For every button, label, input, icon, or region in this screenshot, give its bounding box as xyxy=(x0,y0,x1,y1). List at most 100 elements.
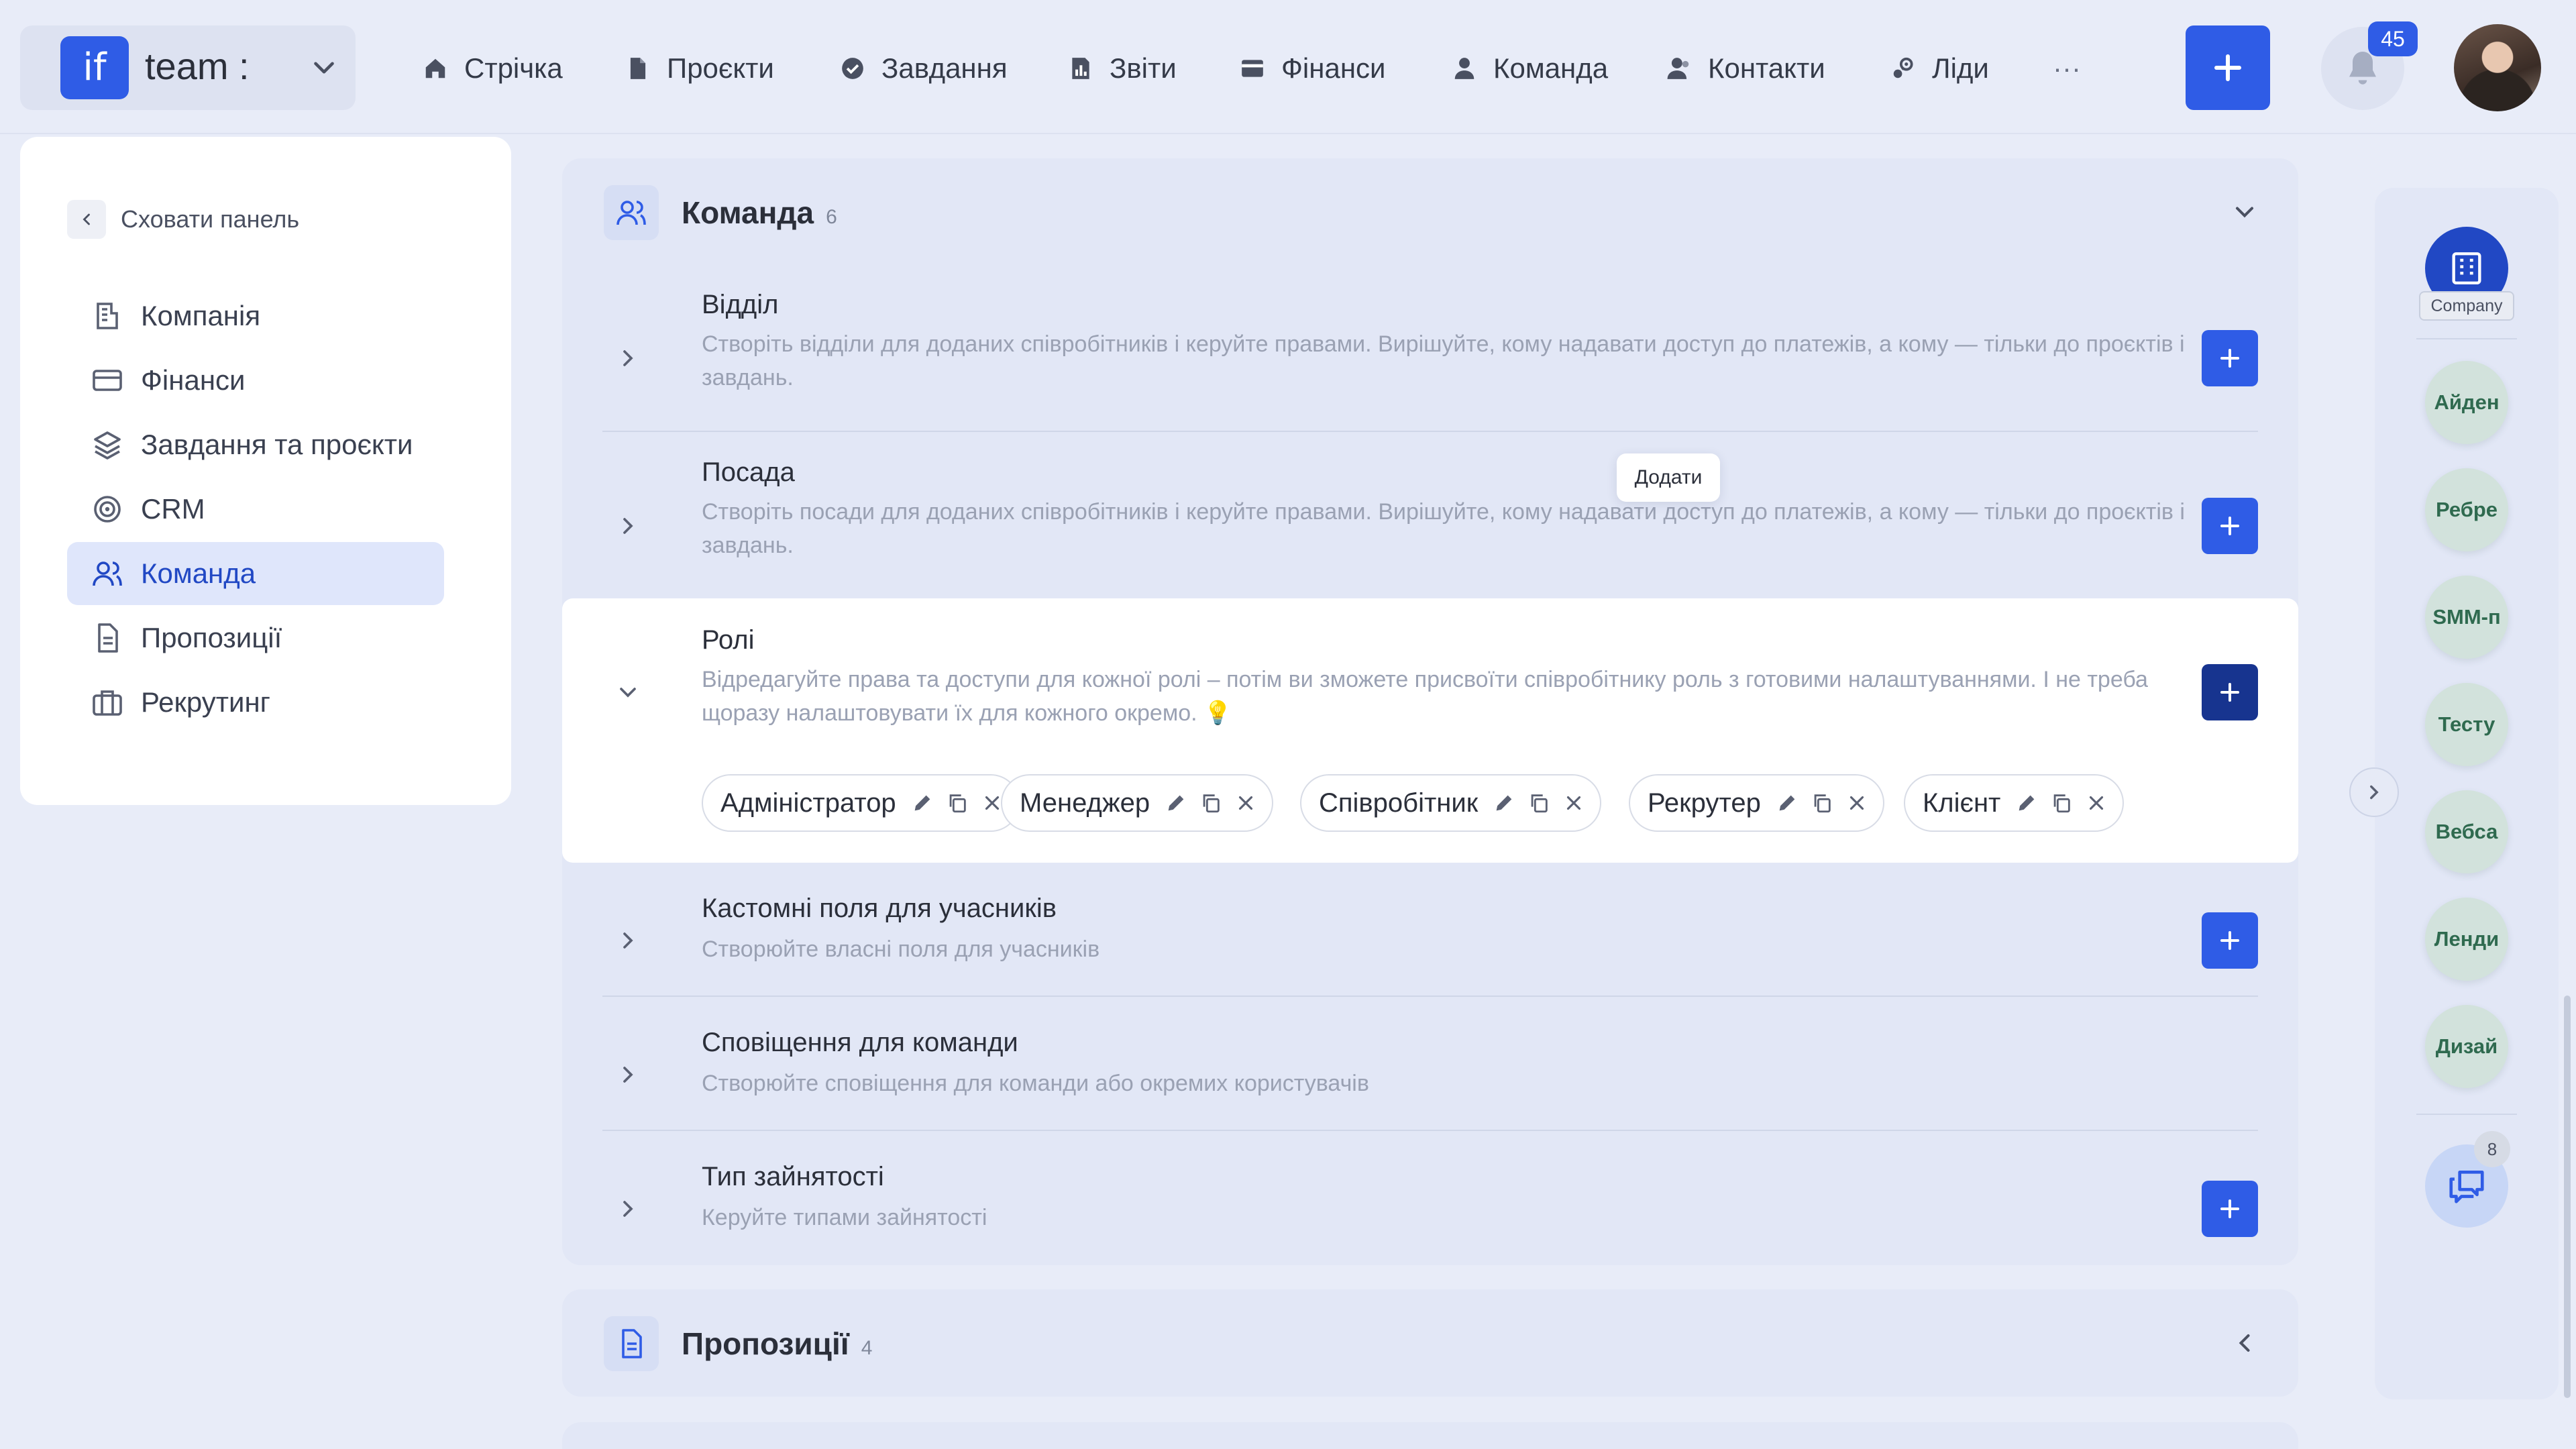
close-icon[interactable] xyxy=(981,792,1004,814)
chart-icon xyxy=(1072,58,1089,79)
contacts-icon xyxy=(1667,58,1689,79)
add-department-button[interactable] xyxy=(2202,330,2258,386)
close-icon[interactable] xyxy=(1234,792,1257,814)
chevron-right-icon[interactable] xyxy=(614,927,641,954)
sidebar-item-label: CRM xyxy=(141,493,205,525)
section-title-text: Команда xyxy=(682,195,814,230)
hide-panel-button[interactable]: Сховати панель xyxy=(67,200,299,239)
sidebar-item-label: Фінанси xyxy=(141,364,246,396)
sidebar-item-tasks-projects[interactable]: Завдання та проєкти xyxy=(67,413,444,476)
workspace-name: team : xyxy=(145,45,250,87)
rail-toggle-button[interactable] xyxy=(2349,767,2399,817)
copy-icon[interactable] xyxy=(946,792,969,814)
add-position-button[interactable] xyxy=(2202,498,2258,554)
chevron-right-icon[interactable] xyxy=(614,345,641,372)
chevron-right-icon[interactable] xyxy=(614,513,641,539)
row-title: Ролі xyxy=(702,625,755,655)
chevron-down-icon[interactable] xyxy=(614,679,641,706)
notifications-count-badge: 45 xyxy=(2368,21,2418,56)
add-custom-field-button[interactable] xyxy=(2202,912,2258,969)
page-scrollbar-thumb[interactable] xyxy=(2564,996,2571,1398)
project-bubble[interactable]: Дизай xyxy=(2425,1005,2508,1088)
role-chip[interactable]: Адміністратор xyxy=(702,774,1020,832)
project-bubble[interactable]: SMM-п xyxy=(2425,576,2508,659)
row-divider xyxy=(602,1130,2258,1131)
wallet-icon xyxy=(1242,60,1263,77)
close-icon[interactable] xyxy=(1845,792,1868,814)
project-bubble[interactable]: Ребре xyxy=(2425,468,2508,551)
row-description: Створіть посади для доданих співробітник… xyxy=(702,499,2185,558)
chevron-right-icon xyxy=(2370,785,2379,800)
layers-icon xyxy=(94,431,121,460)
nav-item-finance[interactable]: Фінанси xyxy=(1240,42,1385,95)
add-tooltip: Додати xyxy=(1617,453,1720,502)
sidebar-item-finance[interactable]: Фінанси xyxy=(67,349,444,412)
row-title: Тип зайнятості xyxy=(702,1162,884,1191)
row-description: Створіть відділи для доданих співробітни… xyxy=(702,331,2185,390)
nav-item-leads[interactable]: Ліди xyxy=(1890,42,1989,95)
nav-item-label: Ліди xyxy=(1932,52,1989,84)
nav-item-feed[interactable]: Стрічка xyxy=(423,42,563,95)
copy-icon[interactable] xyxy=(1199,792,1222,814)
role-chip[interactable]: Рекрутер xyxy=(1629,774,1884,832)
nav-more-button[interactable]: ··· xyxy=(2053,42,2081,95)
role-chip[interactable]: Менеджер xyxy=(1001,774,1274,832)
role-chip[interactable]: Клієнт xyxy=(1904,774,2125,832)
nav-item-contacts[interactable]: Контакти xyxy=(1666,42,1825,95)
nav-item-reports[interactable]: Звіти xyxy=(1068,42,1177,95)
chevron-right-icon[interactable] xyxy=(614,1195,641,1222)
pencil-icon[interactable] xyxy=(1776,792,1799,814)
add-employment-type-button[interactable] xyxy=(2202,1181,2258,1237)
chevron-left-icon[interactable] xyxy=(2230,1328,2259,1358)
nav-item-label: Звіти xyxy=(1110,52,1177,84)
sidebar-item-team[interactable]: Команда xyxy=(67,542,444,605)
leads-icon xyxy=(1893,57,1913,78)
row-title: Посада xyxy=(702,458,795,487)
project-bubble[interactable]: Вебса xyxy=(2425,790,2508,873)
sidebar-item-crm[interactable]: CRM xyxy=(67,478,444,541)
top-navigation-bar: if team : Стрічка Проєкти Завдання Звіти… xyxy=(0,0,2576,134)
nav-item-label: Фінанси xyxy=(1281,52,1386,84)
pencil-icon[interactable] xyxy=(1165,792,1187,814)
rail-divider xyxy=(2416,1114,2517,1115)
chevron-left-icon xyxy=(67,200,106,239)
proposals-section-title[interactable]: Пропозиції 4 xyxy=(682,1326,872,1362)
add-role-button[interactable] xyxy=(2202,664,2258,720)
building-icon xyxy=(2452,252,2481,284)
project-bubble[interactable]: Ленди xyxy=(2425,898,2508,981)
project-bubble[interactable]: Айден xyxy=(2425,361,2508,444)
close-icon[interactable] xyxy=(1562,792,1585,814)
next-section-card xyxy=(562,1422,2298,1449)
file-icon xyxy=(630,58,646,79)
check-circle-icon xyxy=(842,58,863,79)
target-icon xyxy=(94,496,121,523)
chevron-right-icon[interactable] xyxy=(614,1061,641,1088)
nav-item-tasks[interactable]: Завдання xyxy=(840,42,1008,95)
sidebar-item-company[interactable]: Компанія xyxy=(67,284,444,347)
row-title: Кастомні поля для учасників xyxy=(702,894,1057,923)
global-add-button[interactable] xyxy=(2186,25,2270,110)
row-description: Керуйте типами зайнятості xyxy=(702,1205,987,1230)
sidebar-item-proposals[interactable]: Пропозиції xyxy=(67,606,444,669)
nav-item-label: Контакти xyxy=(1708,52,1825,84)
project-bubble[interactable]: Тесту xyxy=(2425,683,2508,766)
user-avatar[interactable] xyxy=(2454,24,2541,111)
nav-item-team[interactable]: Команда xyxy=(1452,42,1608,95)
sidebar-item-recruiting[interactable]: Рекрутинг xyxy=(67,671,444,734)
copy-icon[interactable] xyxy=(2050,792,2073,814)
section-count: 6 xyxy=(826,206,837,228)
copy-icon[interactable] xyxy=(1811,792,1833,814)
pencil-icon[interactable] xyxy=(911,792,934,814)
sidebar-item-label: Пропозиції xyxy=(141,622,282,653)
workspace-switcher[interactable]: if team : xyxy=(20,25,356,110)
role-chip[interactable]: Співробітник xyxy=(1300,774,1602,832)
pencil-icon[interactable] xyxy=(1493,792,1515,814)
pencil-icon[interactable] xyxy=(2015,792,2038,814)
chevron-down-icon[interactable] xyxy=(2230,197,2259,227)
user-icon xyxy=(1454,58,1474,79)
copy-icon[interactable] xyxy=(1527,792,1550,814)
close-icon[interactable] xyxy=(2085,792,2108,814)
nav-item-projects[interactable]: Проєкти xyxy=(625,42,774,95)
team-section-title[interactable]: Команда 6 xyxy=(682,195,837,231)
settings-row-departments: Відділ Створіть відділи для доданих спів… xyxy=(602,290,2258,424)
